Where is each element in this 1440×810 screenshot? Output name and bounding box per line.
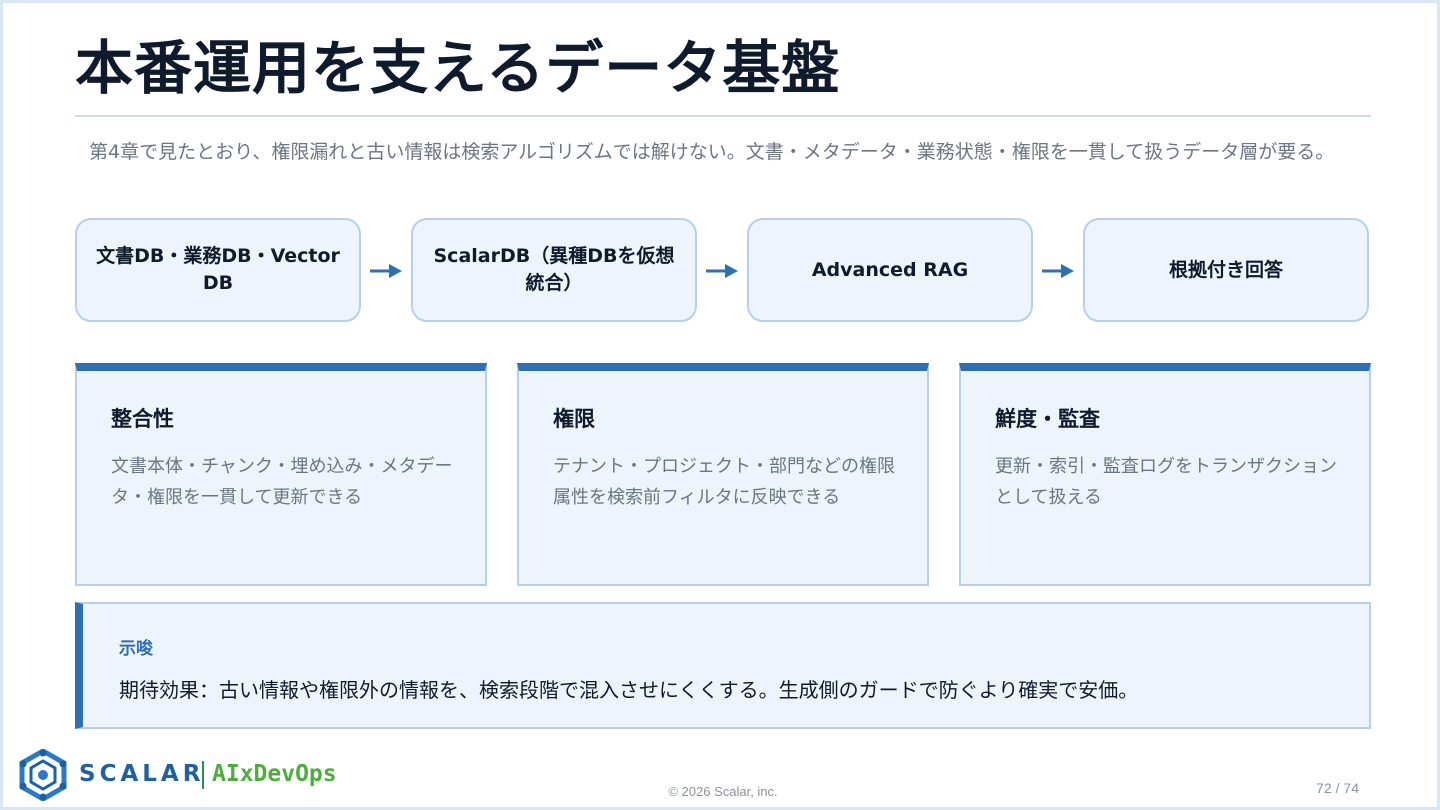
slide: 本番運用を支えるデータ基盤 第4章で見たとおり、権限漏れと古い情報は検索アルゴリ… bbox=[0, 0, 1440, 810]
implication-callout: 示唆 期待効果：古い情報や権限外の情報を、検索段階で混入させにくくする。生成側の… bbox=[75, 602, 1371, 729]
card-body: 更新・索引・監査ログをトランザクションとして扱える bbox=[995, 456, 1337, 508]
card-title: 鮮度・監査 bbox=[995, 407, 1100, 431]
card-permissions: 権限 テナント・プロジェクト・部門などの権限属性を検索前フィルタに反映できる bbox=[517, 363, 929, 586]
flow-step-label: 根拠付き回答 bbox=[1168, 258, 1283, 281]
card-title: 整合性 bbox=[111, 407, 174, 431]
card-freshness-audit: 鮮度・監査 更新・索引・監査ログをトランザクションとして扱える bbox=[959, 363, 1371, 586]
card-title: 権限 bbox=[553, 407, 595, 431]
arrow-right-icon bbox=[370, 264, 402, 278]
callout-text: 期待効果：古い情報や権限外の情報を、検索段階で混入させにくくする。生成側のガード… bbox=[119, 678, 1139, 702]
flow-step-advanced-rag: Advanced RAG bbox=[747, 218, 1033, 322]
flow-step-label: 文書DB・業務DB・Vector DB bbox=[96, 245, 340, 294]
card-consistency: 整合性 文書本体・チャンク・埋め込み・メタデータ・権限を一貫して更新できる bbox=[75, 363, 487, 586]
flow-step-label: ScalarDB（異種DBを仮想統合） bbox=[433, 245, 675, 294]
page-title: 本番運用を支えるデータ基盤 bbox=[75, 34, 841, 102]
arrow-right-icon bbox=[706, 264, 738, 278]
intro-text: 第4章で見たとおり、権限漏れと古い情報は検索アルゴリズムでは解けない。文書・メタ… bbox=[89, 141, 1335, 163]
card-body: テナント・プロジェクト・部門などの権限属性を検索前フィルタに反映できる bbox=[553, 456, 895, 508]
flow-step-scalardb: ScalarDB（異種DBを仮想統合） bbox=[411, 218, 697, 322]
title-divider bbox=[75, 115, 1371, 117]
callout-label: 示唆 bbox=[119, 639, 153, 659]
card-body: 文書本体・チャンク・埋め込み・メタデータ・権限を一貫して更新できる bbox=[111, 456, 453, 508]
flow-step-grounded-answer: 根拠付き回答 bbox=[1083, 218, 1369, 322]
copyright: © 2026 Scalar, inc. bbox=[668, 784, 778, 799]
flow-step-label: Advanced RAG bbox=[811, 258, 969, 281]
page-number: 72 / 74 bbox=[1316, 780, 1359, 796]
arrow-right-icon bbox=[1042, 264, 1074, 278]
flow-step-data-sources: 文書DB・業務DB・Vector DB bbox=[75, 218, 361, 322]
